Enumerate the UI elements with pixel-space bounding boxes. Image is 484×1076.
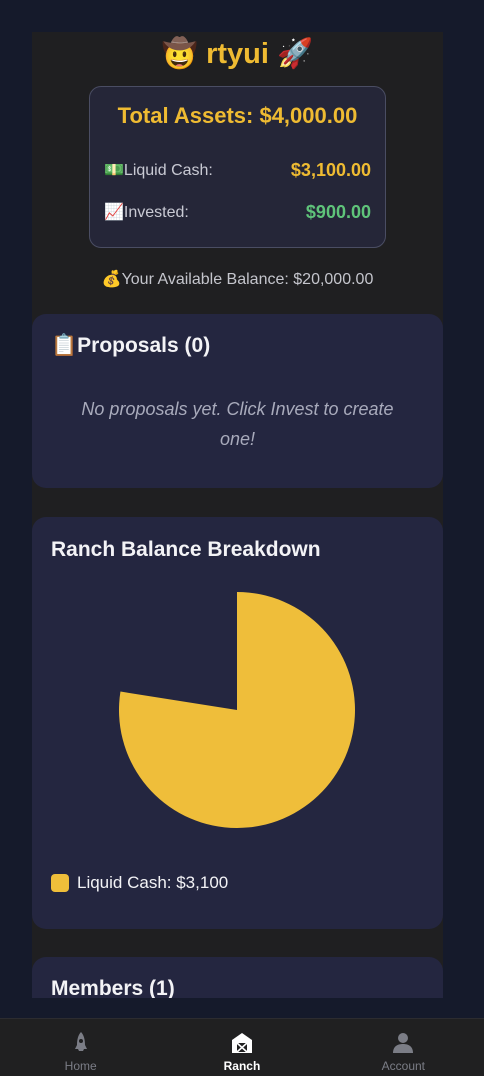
liquid-cash-value: $3,100.00: [290, 159, 371, 180]
invested-label: 📈Invested:: [104, 204, 189, 221]
person-icon: [393, 1033, 414, 1053]
invested-value: $900.00: [305, 201, 371, 222]
bottom-tab-bar: Home Ranch Account: [0, 1018, 484, 1076]
tab-ranch[interactable]: Ranch: [161, 1019, 322, 1076]
balance-breakdown-card: Ranch Balance Breakdown Liquid Cash: $3,…: [32, 517, 443, 929]
barn-icon: [231, 1033, 252, 1053]
total-assets: Total Assets: $4,000.00: [117, 103, 358, 128]
members-card: Members (1): [32, 957, 443, 998]
pie-slice-liquid-cash[interactable]: [119, 592, 356, 828]
liquid-cash-label: 💵Liquid Cash:: [104, 162, 213, 179]
ranch-content[interactable]: 🤠 rtyui 🚀 Total Assets: $4,000.00 💵Liqui…: [32, 32, 443, 998]
invested-row: 📈Invested: $900.00: [104, 199, 371, 225]
proposals-empty-message: No proposals yet. Click Invest to create…: [81, 399, 394, 449]
assets-summary-card: Total Assets: $4,000.00 💵Liquid Cash: $3…: [89, 86, 386, 248]
proposals-card: 📋Proposals (0) No proposals yet. Click I…: [32, 314, 443, 488]
proposals-title: 📋Proposals (0): [51, 334, 211, 357]
app-frame: 🤠 rtyui 🚀 Total Assets: $4,000.00 💵Liqui…: [0, 0, 484, 1076]
tab-ranch-label: Ranch: [223, 1059, 261, 1073]
tab-account[interactable]: Account: [323, 1019, 484, 1076]
breakdown-title: Ranch Balance Breakdown: [51, 538, 321, 561]
tab-home-label: Home: [64, 1059, 97, 1073]
ranch-title: 🤠 rtyui 🚀: [161, 38, 314, 70]
available-balance: 💰Your Available Balance: $20,000.00: [101, 271, 374, 288]
chart-legend: Liquid Cash: $3,100: [51, 873, 228, 893]
members-title: Members (1): [51, 977, 175, 998]
tab-account-label: Account: [381, 1059, 425, 1073]
tab-home[interactable]: Home: [0, 1019, 161, 1076]
legend-swatch-liquid-cash: [51, 874, 69, 892]
liquid-cash-row: 💵Liquid Cash: $3,100.00: [104, 157, 371, 183]
legend-label-liquid-cash: Liquid Cash: $3,100: [77, 873, 229, 892]
balance-pie-chart: [119, 592, 356, 828]
rocket-icon: [74, 1032, 87, 1051]
